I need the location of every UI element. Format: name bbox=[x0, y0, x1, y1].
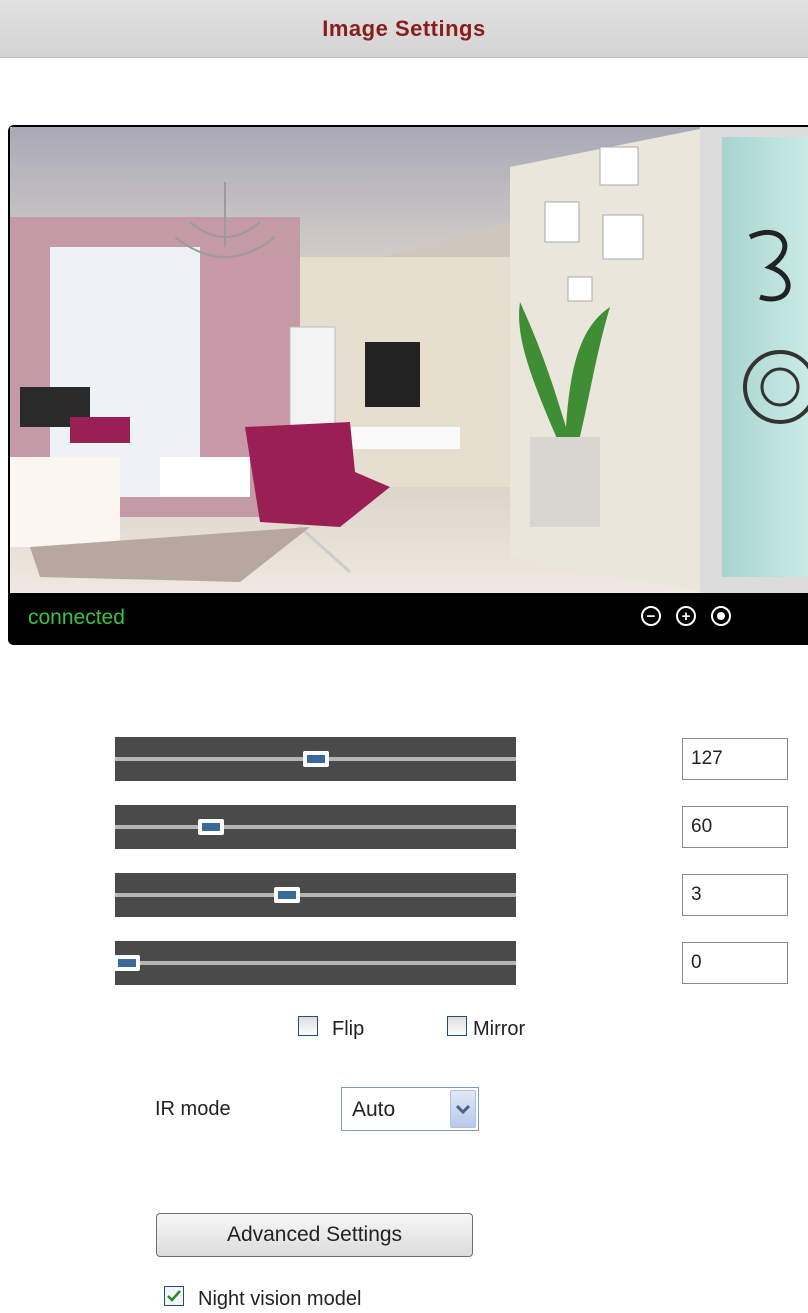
night-vision-checkbox[interactable] bbox=[164, 1286, 184, 1306]
camera-feed-illustration bbox=[10, 127, 808, 593]
video-status-bar: connected − + bbox=[8, 593, 808, 645]
saturation-slider[interactable] bbox=[114, 941, 516, 985]
mirror-checkbox[interactable] bbox=[447, 1016, 467, 1036]
ir-mode-label: IR mode bbox=[155, 1098, 231, 1120]
slider-handle[interactable] bbox=[302, 751, 329, 767]
page-header: Image Settings bbox=[0, 0, 808, 58]
contrast-value-input[interactable] bbox=[682, 806, 788, 848]
zoom-in-icon[interactable]: + bbox=[676, 606, 696, 626]
slider-track bbox=[115, 825, 516, 829]
saturation-value-input[interactable] bbox=[682, 942, 788, 984]
chevron-down-glyph bbox=[456, 1104, 470, 1114]
slider-handle[interactable] bbox=[198, 819, 225, 835]
record-dot bbox=[717, 612, 725, 620]
ir-mode-selected-value: Auto bbox=[352, 1098, 396, 1121]
night-vision-label: Night vision model bbox=[198, 1288, 362, 1310]
chevron-down-icon[interactable] bbox=[450, 1090, 476, 1128]
flip-checkbox[interactable] bbox=[298, 1016, 318, 1036]
record-icon[interactable] bbox=[711, 606, 731, 626]
slider-track bbox=[115, 893, 516, 897]
flip-label: Flip bbox=[332, 1018, 365, 1040]
video-panel: connected − + bbox=[8, 125, 808, 645]
slider-handle[interactable] bbox=[114, 955, 141, 971]
slider-track bbox=[115, 961, 516, 965]
slider-handle[interactable] bbox=[274, 887, 301, 903]
contrast-slider[interactable] bbox=[115, 805, 516, 849]
hue-slider[interactable] bbox=[115, 873, 516, 917]
page-title: Image Settings bbox=[322, 15, 486, 41]
brightness-slider[interactable] bbox=[115, 737, 516, 781]
hue-value-input[interactable] bbox=[682, 874, 788, 916]
brightness-value-input[interactable] bbox=[682, 738, 788, 780]
mirror-label: Mirror bbox=[473, 1018, 526, 1040]
connection-status: connected bbox=[28, 606, 125, 629]
zoom-out-icon[interactable]: − bbox=[641, 606, 661, 626]
camera-feed-image bbox=[10, 127, 808, 593]
advanced-settings-button[interactable]: Advanced Settings bbox=[156, 1213, 473, 1257]
check-icon bbox=[167, 1290, 181, 1302]
ir-mode-select[interactable]: Auto bbox=[341, 1087, 479, 1131]
